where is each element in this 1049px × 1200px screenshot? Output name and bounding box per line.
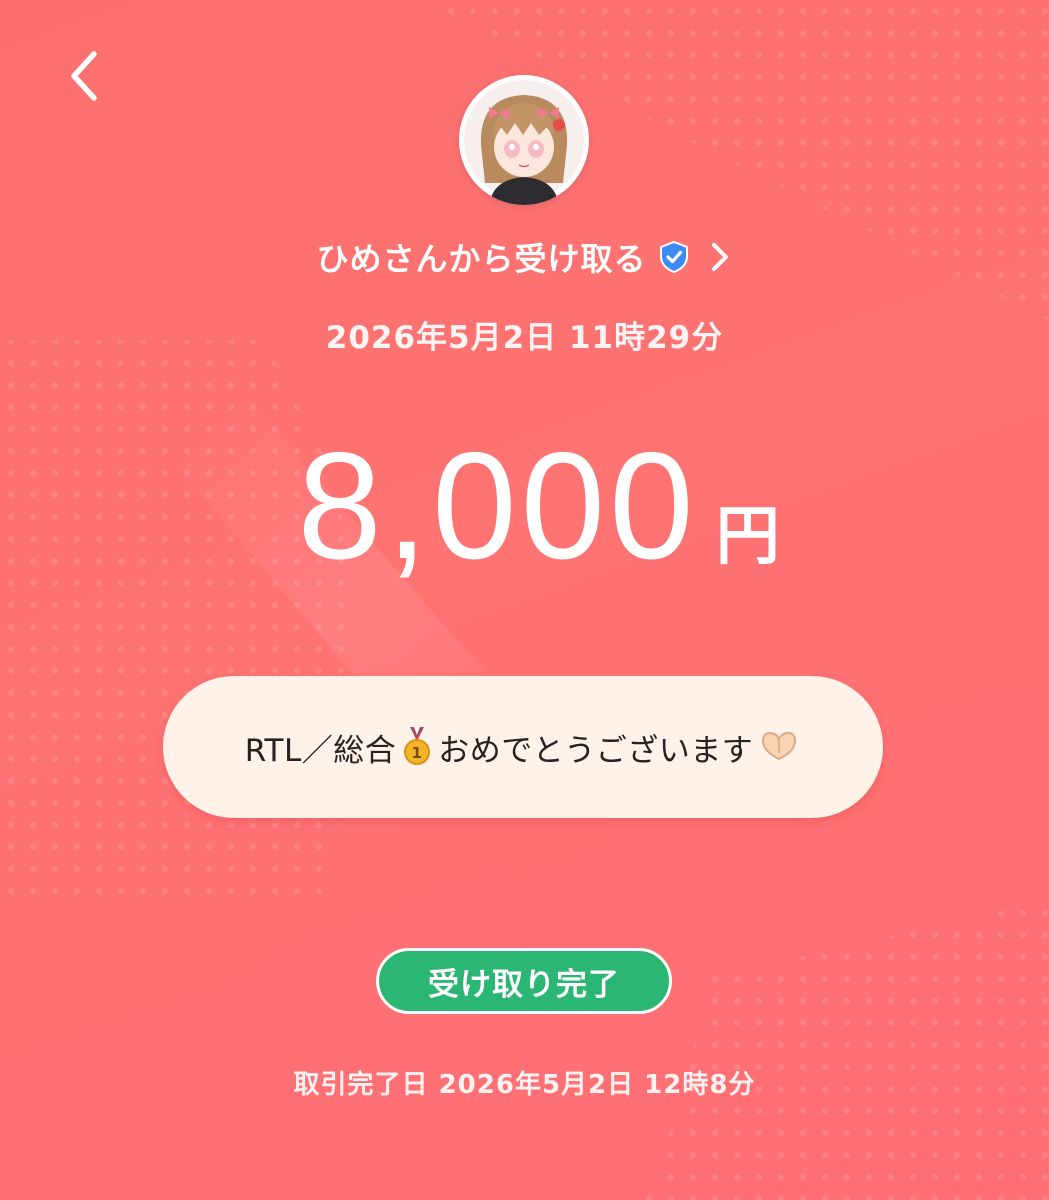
gold-medal-icon: 1 bbox=[400, 727, 434, 767]
amount-display: 8,000 円 bbox=[0, 430, 1049, 582]
message-text-part2: おめでとうございます bbox=[438, 732, 754, 769]
chevron-left-icon bbox=[71, 51, 97, 101]
sender-label: ひめさんから受け取る bbox=[316, 240, 647, 278]
sent-date: 2026年5月2日 11時29分 bbox=[325, 320, 724, 356]
status-received-badge: 受け取り完了 bbox=[376, 948, 672, 1014]
avatar[interactable] bbox=[459, 75, 589, 205]
user-avatar-illustration bbox=[464, 80, 584, 205]
verified-shield-icon bbox=[657, 240, 691, 274]
completed-date: 取引完了日 2026年5月2日 12時8分 bbox=[293, 1070, 756, 1100]
amount-value: 8,000 bbox=[297, 421, 698, 591]
heart-hands-icon bbox=[757, 729, 801, 765]
message-text: RTL／総合 1 おめでとうございます bbox=[245, 725, 802, 770]
back-button[interactable] bbox=[56, 44, 112, 108]
message-bubble: RTL／総合 1 おめでとうございます bbox=[163, 676, 883, 818]
amount-unit: 円 bbox=[715, 500, 780, 574]
chevron-right-icon bbox=[705, 240, 733, 274]
message-text-part1: RTL／総合 bbox=[244, 732, 397, 769]
sender-link[interactable]: ひめさんから受け取る bbox=[0, 228, 1049, 286]
svg-text:1: 1 bbox=[412, 744, 423, 762]
